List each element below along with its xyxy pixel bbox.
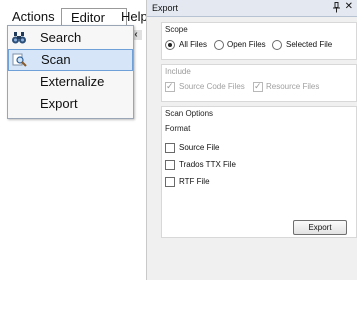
checkbox-label-trados-ttx-file: Trados TTX File — [179, 160, 236, 169]
panel-titlebar: Export ✕ — [147, 0, 357, 17]
radio-open-files[interactable] — [214, 40, 224, 50]
radio-all-files[interactable] — [165, 40, 175, 50]
scan-options-group: Scan Options Format Source File Trados T… — [161, 106, 357, 238]
menu-help[interactable]: Help — [121, 8, 148, 26]
radio-selected-file[interactable] — [272, 40, 282, 50]
menu-item-scan[interactable]: Scan — [8, 49, 133, 71]
radio-label-selected-file: Selected File — [286, 40, 333, 49]
scan-magnifier-icon — [12, 53, 28, 67]
format-label: Format — [165, 124, 191, 133]
binoculars-icon — [11, 31, 27, 45]
checkbox-resource-files[interactable] — [253, 81, 263, 92]
radio-label-open-files: Open Files — [227, 40, 266, 49]
checkbox-source-code-files[interactable] — [165, 81, 175, 92]
menu-item-label: Scan — [41, 52, 71, 67]
checkbox-source-file[interactable] — [165, 143, 175, 153]
checkbox-label-source-code-files: Source Code Files — [179, 82, 245, 91]
checkbox-label-rtf-file: RTF File — [179, 177, 210, 186]
actions-dropdown-menu: Search Scan Externalize Export — [7, 25, 134, 119]
menu-item-search[interactable]: Search — [8, 27, 133, 49]
menu-item-label: Export — [40, 96, 78, 111]
include-group: Include Source Code Files Resource Files — [161, 64, 357, 102]
close-icon[interactable]: ✕ — [345, 1, 353, 13]
export-button[interactable]: Export — [293, 220, 347, 235]
scan-options-title: Scan Options — [165, 109, 214, 118]
pin-icon[interactable] — [332, 2, 341, 13]
export-panel: Export ✕ Scope All Files Open Files Sele… — [146, 0, 357, 280]
checkbox-label-source-file: Source File — [179, 143, 220, 152]
scope-group: Scope All Files Open Files Selected File — [161, 22, 357, 60]
menu-item-export[interactable]: Export — [8, 93, 133, 115]
menu-item-externalize[interactable]: Externalize — [8, 71, 133, 93]
scope-title: Scope — [165, 25, 188, 34]
panel-title: Export — [152, 3, 179, 13]
include-title: Include — [165, 67, 191, 76]
checkbox-trados-ttx-file[interactable] — [165, 160, 175, 170]
radio-label-all-files: All Files — [179, 40, 208, 49]
menu-item-label: Search — [40, 30, 82, 45]
checkbox-rtf-file[interactable] — [165, 177, 175, 187]
checkbox-label-resource-files: Resource Files — [266, 82, 320, 91]
menu-item-label: Externalize — [40, 74, 105, 89]
